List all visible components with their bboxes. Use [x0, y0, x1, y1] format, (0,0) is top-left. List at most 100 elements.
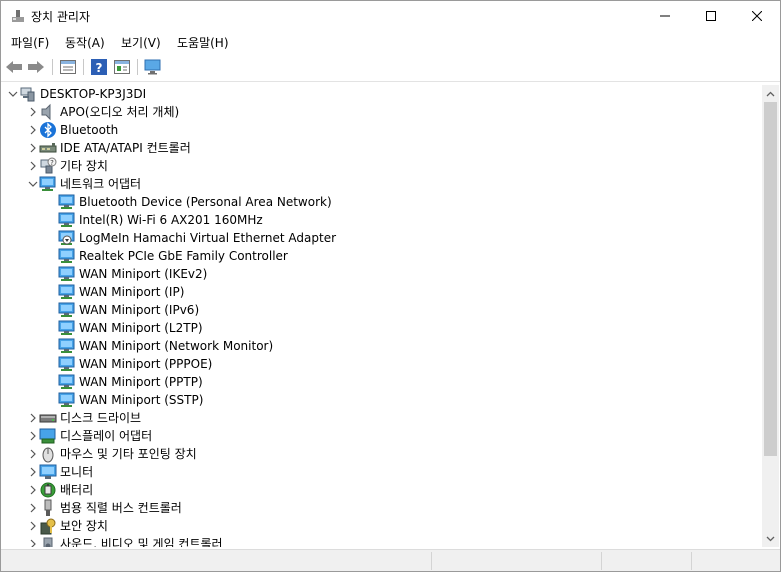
- maximize-button[interactable]: [688, 1, 734, 31]
- help-button[interactable]: ?: [89, 57, 109, 77]
- network-icon: [58, 337, 76, 355]
- menu-action[interactable]: 동작(A): [65, 34, 105, 51]
- expand-toggle[interactable]: [27, 427, 39, 445]
- title-bar[interactable]: 장치 관리자: [1, 1, 780, 31]
- tree-device-network-adapter[interactable]: WAN Miniport (PPPOE): [46, 355, 212, 373]
- tree-device-network-adapter[interactable]: WAN Miniport (PPTP): [46, 373, 203, 391]
- tree-item-label: 모니터: [60, 465, 94, 479]
- tree-category[interactable]: IDE ATA/ATAPI 컨트롤러: [27, 139, 191, 157]
- tree-device-network-adapter[interactable]: WAN Miniport (IP): [46, 283, 184, 301]
- tree-root-computer[interactable]: DESKTOP-KP3J3DI: [7, 85, 146, 103]
- expand-toggle[interactable]: [27, 535, 39, 547]
- tree-category[interactable]: 사운드, 비디오 및 게임 컨트롤러: [27, 535, 223, 547]
- chevron-right-icon: [30, 485, 36, 495]
- tree-item-label: WAN Miniport (IP): [79, 285, 185, 299]
- expand-toggle[interactable]: [27, 499, 39, 517]
- expand-toggle[interactable]: [27, 103, 39, 121]
- tree-device-network-adapter[interactable]: Intel(R) Wi-Fi 6 AX201 160MHz: [46, 211, 263, 229]
- expand-toggle[interactable]: [27, 409, 39, 427]
- tree-category[interactable]: 디스크 드라이브: [27, 409, 141, 427]
- chevron-right-icon: [30, 503, 36, 513]
- expand-toggle-open[interactable]: [27, 175, 39, 193]
- minimize-button[interactable]: [642, 1, 688, 31]
- network-icon: [58, 391, 76, 409]
- chevron-up-icon: [766, 91, 775, 96]
- tree-item-label: 사운드, 비디오 및 게임 컨트롤러: [60, 537, 223, 547]
- tree-category[interactable]: 마우스 및 기타 포인팅 장치: [27, 445, 197, 463]
- tree-category[interactable]: 보안 장치: [27, 517, 108, 535]
- scroll-down-button[interactable]: [762, 530, 779, 547]
- view-button[interactable]: [112, 57, 132, 77]
- tree-item-label: DESKTOP-KP3J3DI: [40, 87, 147, 101]
- scan-hardware-button[interactable]: [143, 57, 163, 77]
- tree-device-network-adapter[interactable]: WAN Miniport (IKEv2): [46, 265, 207, 283]
- tree-category[interactable]: 배터리: [27, 481, 93, 499]
- vertical-scrollbar[interactable]: [762, 85, 779, 547]
- monitor-scan-icon: [144, 59, 161, 75]
- tree-item-label: 마우스 및 기타 포인팅 장치: [60, 447, 197, 461]
- expand-toggle[interactable]: [27, 121, 39, 139]
- tree-device-network-adapter[interactable]: WAN Miniport (L2TP): [46, 319, 203, 337]
- scroll-up-button[interactable]: [762, 85, 779, 102]
- tree-category[interactable]: 모니터: [27, 463, 93, 481]
- device-tree[interactable]: DESKTOP-KP3J3DI APO(오디오 처리 개체) Bluetooth ID…: [1, 83, 761, 547]
- expand-toggle[interactable]: [27, 139, 39, 157]
- toolbar-separator: [83, 59, 84, 75]
- svg-text:?: ?: [96, 61, 103, 75]
- tree-category[interactable]: 디스플레이 어댑터: [27, 427, 152, 445]
- tree-category[interactable]: APO(오디오 처리 개체): [27, 103, 179, 121]
- menu-help[interactable]: 도움말(H): [177, 34, 229, 51]
- tree-category[interactable]: 범용 직렬 버스 컨트롤러: [27, 499, 182, 517]
- tree-item-label: WAN Miniport (PPTP): [79, 375, 203, 389]
- forward-button[interactable]: [26, 57, 46, 77]
- tree-category[interactable]: Bluetooth: [27, 121, 118, 139]
- tree-item-label: 범용 직렬 버스 컨트롤러: [60, 501, 182, 515]
- sound-icon: [39, 535, 57, 547]
- expand-toggle[interactable]: [27, 445, 39, 463]
- network-icon: [58, 301, 76, 319]
- security-device-icon: [39, 517, 57, 535]
- tree-item-label: 디스플레이 어댑터: [60, 429, 153, 443]
- expand-toggle-open[interactable]: [7, 85, 19, 103]
- chevron-down-icon: [8, 91, 18, 97]
- properties-icon: [60, 60, 76, 74]
- forward-arrow-icon: [28, 61, 44, 73]
- menu-file[interactable]: 파일(F): [11, 34, 49, 51]
- tree-category[interactable]: ? 기타 장치: [27, 157, 108, 175]
- back-button[interactable]: [4, 57, 24, 77]
- scrollbar-thumb[interactable]: [764, 102, 777, 456]
- close-button[interactable]: [734, 1, 780, 31]
- chevron-right-icon: [30, 431, 36, 441]
- tree-device-network-adapter[interactable]: Bluetooth Device (Personal Area Network): [46, 193, 332, 211]
- tree-item-label: 배터리: [60, 483, 94, 497]
- chevron-right-icon: [30, 467, 36, 477]
- tree-device-network-adapter[interactable]: Realtek PCIe GbE Family Controller: [46, 247, 288, 265]
- network-icon: [58, 319, 76, 337]
- disk-drive-icon: [39, 409, 57, 427]
- tree-device-network-adapter[interactable]: WAN Miniport (Network Monitor): [46, 337, 273, 355]
- tree-device-network-adapter[interactable]: WAN Miniport (SSTP): [46, 391, 203, 409]
- properties-button[interactable]: [58, 57, 78, 77]
- expand-toggle[interactable]: [27, 463, 39, 481]
- tree-item-label: WAN Miniport (IPv6): [79, 303, 200, 317]
- network-icon: [58, 373, 76, 391]
- expand-toggle[interactable]: [27, 517, 39, 535]
- tree-category-network-adapters[interactable]: 네트워크 어댑터: [27, 175, 141, 193]
- expand-toggle[interactable]: [27, 157, 39, 175]
- tree-item-label: 보안 장치: [60, 519, 108, 533]
- tree-item-label: Realtek PCIe GbE Family Controller: [79, 249, 288, 263]
- tree-item-label: LogMeIn Hamachi Virtual Ethernet Adapter: [79, 231, 337, 245]
- network-icon: [58, 355, 76, 373]
- tree-device-network-adapter[interactable]: WAN Miniport (IPv6): [46, 301, 199, 319]
- expand-toggle[interactable]: [27, 481, 39, 499]
- tree-device-network-adapter[interactable]: LogMeIn Hamachi Virtual Ethernet Adapter: [46, 229, 336, 247]
- chevron-right-icon: [30, 413, 36, 423]
- computer-icon: [19, 85, 37, 103]
- menu-view[interactable]: 보기(V): [121, 34, 161, 51]
